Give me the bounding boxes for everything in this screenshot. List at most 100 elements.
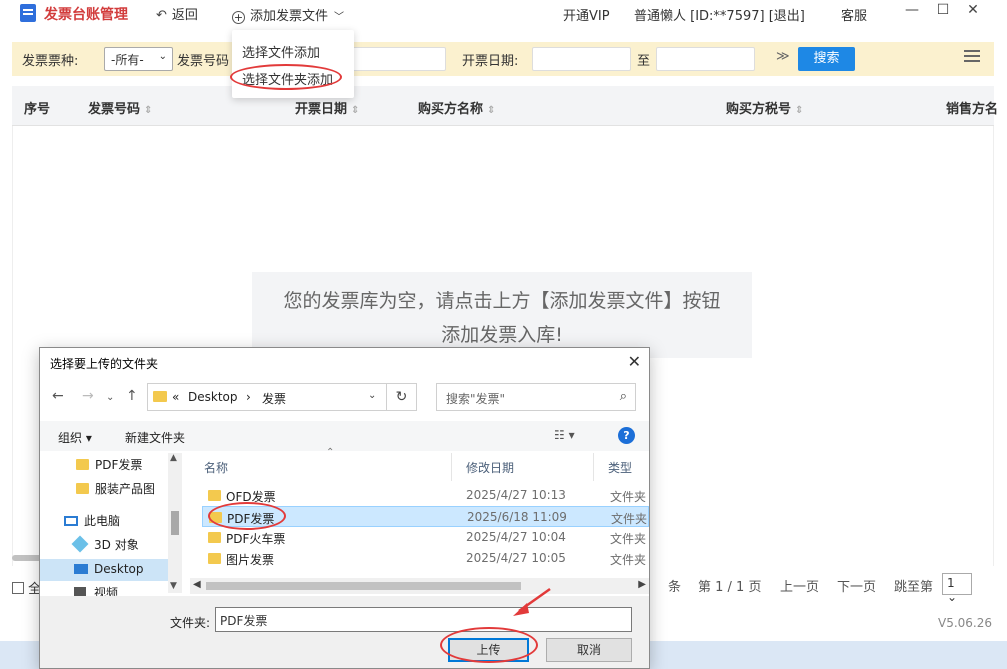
add-files-label: 添加发票文件 [250, 9, 329, 24]
app-logo-icon [20, 4, 36, 22]
file-list-scrollbar[interactable]: ◀ ▶ [190, 578, 649, 594]
file-row[interactable]: PDF火车票 2025/4/27 10:04 文件夹 [190, 527, 649, 548]
add-invoice-files-button[interactable]: + 添加发票文件 ﹀ [232, 5, 344, 24]
folder-search-input[interactable]: 搜索"发票" ⌕ [436, 383, 636, 411]
date-end-input[interactable] [656, 47, 755, 71]
file-row[interactable]: 图片发票 2025/4/27 10:05 文件夹 [190, 548, 649, 569]
close-button[interactable]: ✕ [963, 2, 983, 22]
file-type: 文件夹 [610, 532, 647, 546]
nav-item-this-pc[interactable]: 此电脑 [64, 512, 120, 534]
empty-state: 您的发票库为空，请点击上方【添加发票文件】按钮 添加发票入库! [252, 272, 752, 358]
scroll-down-icon[interactable]: ▼ [170, 581, 177, 591]
refresh-icon[interactable]: ↻ [387, 383, 417, 411]
select-all-checkbox[interactable]: 全 [12, 578, 41, 597]
scroll-right-icon[interactable]: ▶ [638, 579, 646, 590]
breadcrumb-invoice[interactable]: 发票 [262, 390, 286, 407]
vip-link[interactable]: 开通VIP [563, 5, 610, 24]
video-icon [74, 587, 86, 596]
col-issue-date[interactable]: 开票日期 ⇕ [295, 98, 359, 117]
dialog-footer: 文件夹: PDF发票 上传 取消 [40, 596, 649, 668]
jump-label: 跳至第 [894, 580, 934, 595]
file-name: PDF火车票 [226, 532, 286, 546]
folder-label: 文件夹: [170, 616, 211, 630]
nav-label: 3D 对象 [94, 538, 139, 552]
col-buyer-name[interactable]: 购买方名称 ⇕ [418, 98, 495, 117]
back-label: 返回 [171, 8, 198, 23]
breadcrumb-separator: › [246, 390, 251, 404]
number-label: 发票号码 [177, 54, 230, 69]
up-arrow-icon[interactable]: ↑ [126, 388, 138, 404]
user-info[interactable]: 普通懒人 [ID:**7597] [退出] [634, 5, 805, 24]
nav-item-desktop[interactable]: Desktop [40, 559, 168, 581]
col-type[interactable]: 类型 [594, 453, 649, 481]
prev-page-link[interactable]: 上一页 [780, 576, 819, 595]
file-name: PDF发票 [227, 512, 275, 526]
forward-arrow-icon[interactable]: → [82, 388, 94, 404]
nav-item-3d-objects[interactable]: 3D 对象 [71, 535, 139, 558]
dialog-close-icon[interactable]: ✕ [628, 352, 641, 371]
scroll-thumb[interactable] [206, 582, 521, 590]
folder-icon [208, 490, 221, 501]
sort-icon: ⇕ [351, 105, 360, 116]
number-input[interactable] [342, 47, 446, 71]
nav-item-videos[interactable]: 视频 [74, 584, 118, 596]
recent-dropdown-icon[interactable]: ⌄ [106, 392, 114, 403]
service-link[interactable]: 客服 [841, 5, 867, 24]
organize-button[interactable]: 组织 ▾ [58, 429, 92, 446]
file-date: 2025/6/18 11:09 [467, 510, 567, 524]
type-select[interactable]: -所有- ⌄ [104, 47, 173, 71]
minimize-button[interactable]: — [902, 2, 922, 22]
scroll-left-icon[interactable]: ◀ [193, 579, 201, 590]
nav-label: 服装产品图 [95, 482, 156, 496]
file-date: 2025/4/27 10:04 [466, 530, 566, 544]
nav-item-clothing-images[interactable]: 服装产品图 [76, 480, 155, 502]
folder-icon [153, 391, 167, 402]
back-button[interactable]: ↶ 返回 [156, 4, 198, 23]
search-placeholder: 搜索"发票" [446, 392, 506, 406]
breadcrumb-overflow[interactable]: « [172, 390, 179, 404]
date-start-input[interactable] [532, 47, 631, 71]
annotation-arrow-icon [513, 587, 551, 616]
col-buyer-tax-id[interactable]: 购买方税号 ⇕ [726, 98, 803, 117]
table-scrollbar[interactable] [12, 555, 42, 561]
new-folder-button[interactable]: 新建文件夹 [125, 429, 185, 446]
computer-icon [64, 516, 78, 526]
search-button[interactable]: 搜索 [798, 47, 855, 71]
view-options-icon[interactable]: ☷ ▾ [554, 428, 575, 442]
file-type: 文件夹 [611, 512, 648, 526]
file-row-selected[interactable]: PDF发票 2025/6/18 11:09 文件夹 [202, 506, 649, 527]
nav-label: Desktop [94, 562, 144, 576]
scroll-up-icon[interactable]: ▲ [170, 453, 177, 463]
col-seller-name: 销售方名 [946, 102, 999, 117]
col-issue-date-label: 开票日期 [295, 102, 348, 117]
expand-filters-icon[interactable]: ≫ [776, 49, 790, 64]
desktop-icon [74, 564, 88, 574]
breadcrumb-desktop[interactable]: Desktop [188, 390, 238, 404]
col-modified[interactable]: 修改日期 [452, 453, 594, 481]
cancel-button[interactable]: 取消 [546, 638, 632, 662]
filter-bar: 发票票种: -所有- ⌄ 发票号码 开票日期: 至 ≫ 搜索 [12, 42, 994, 76]
maximize-button[interactable]: ☐ [933, 2, 953, 22]
col-invoice-number[interactable]: 发票号码 ⇕ [88, 98, 152, 117]
folder-name-input[interactable]: PDF发票 [215, 607, 632, 632]
help-icon[interactable]: ? [618, 427, 635, 444]
menu-item-select-folder[interactable]: 选择文件夹添加 [242, 69, 333, 88]
dialog-title: 选择要上传的文件夹 [50, 357, 159, 371]
next-page-link[interactable]: 下一页 [837, 576, 876, 595]
address-bar[interactable]: « Desktop › 发票 ⌄ [147, 383, 387, 411]
page-select-value: 1 [947, 576, 955, 590]
col-name[interactable]: 名称 [190, 453, 452, 481]
file-row[interactable]: OFD发票 2025/4/27 10:13 文件夹 [190, 485, 649, 506]
menu-item-select-files[interactable]: 选择文件添加 [242, 42, 320, 61]
back-arrow-icon[interactable]: ← [52, 388, 64, 404]
file-type: 文件夹 [610, 553, 647, 567]
column-settings-icon[interactable] [964, 50, 980, 66]
upload-button[interactable]: 上传 [448, 638, 529, 662]
page-select[interactable]: 1 ⌄ [942, 573, 972, 604]
chevron-down-icon[interactable]: ⌄ [368, 390, 376, 401]
table-header: 序号 发票号码 ⇕ 开票日期 ⇕ 购买方名称 ⇕ 购买方税号 ⇕ 销售方名 [12, 86, 998, 126]
nav-item-pdf-invoice[interactable]: PDF发票 [76, 456, 142, 478]
chevron-down-icon: ⌄ [158, 51, 167, 62]
scroll-thumb[interactable] [171, 511, 179, 535]
nav-scrollbar[interactable]: ▲ ▼ [168, 453, 182, 593]
